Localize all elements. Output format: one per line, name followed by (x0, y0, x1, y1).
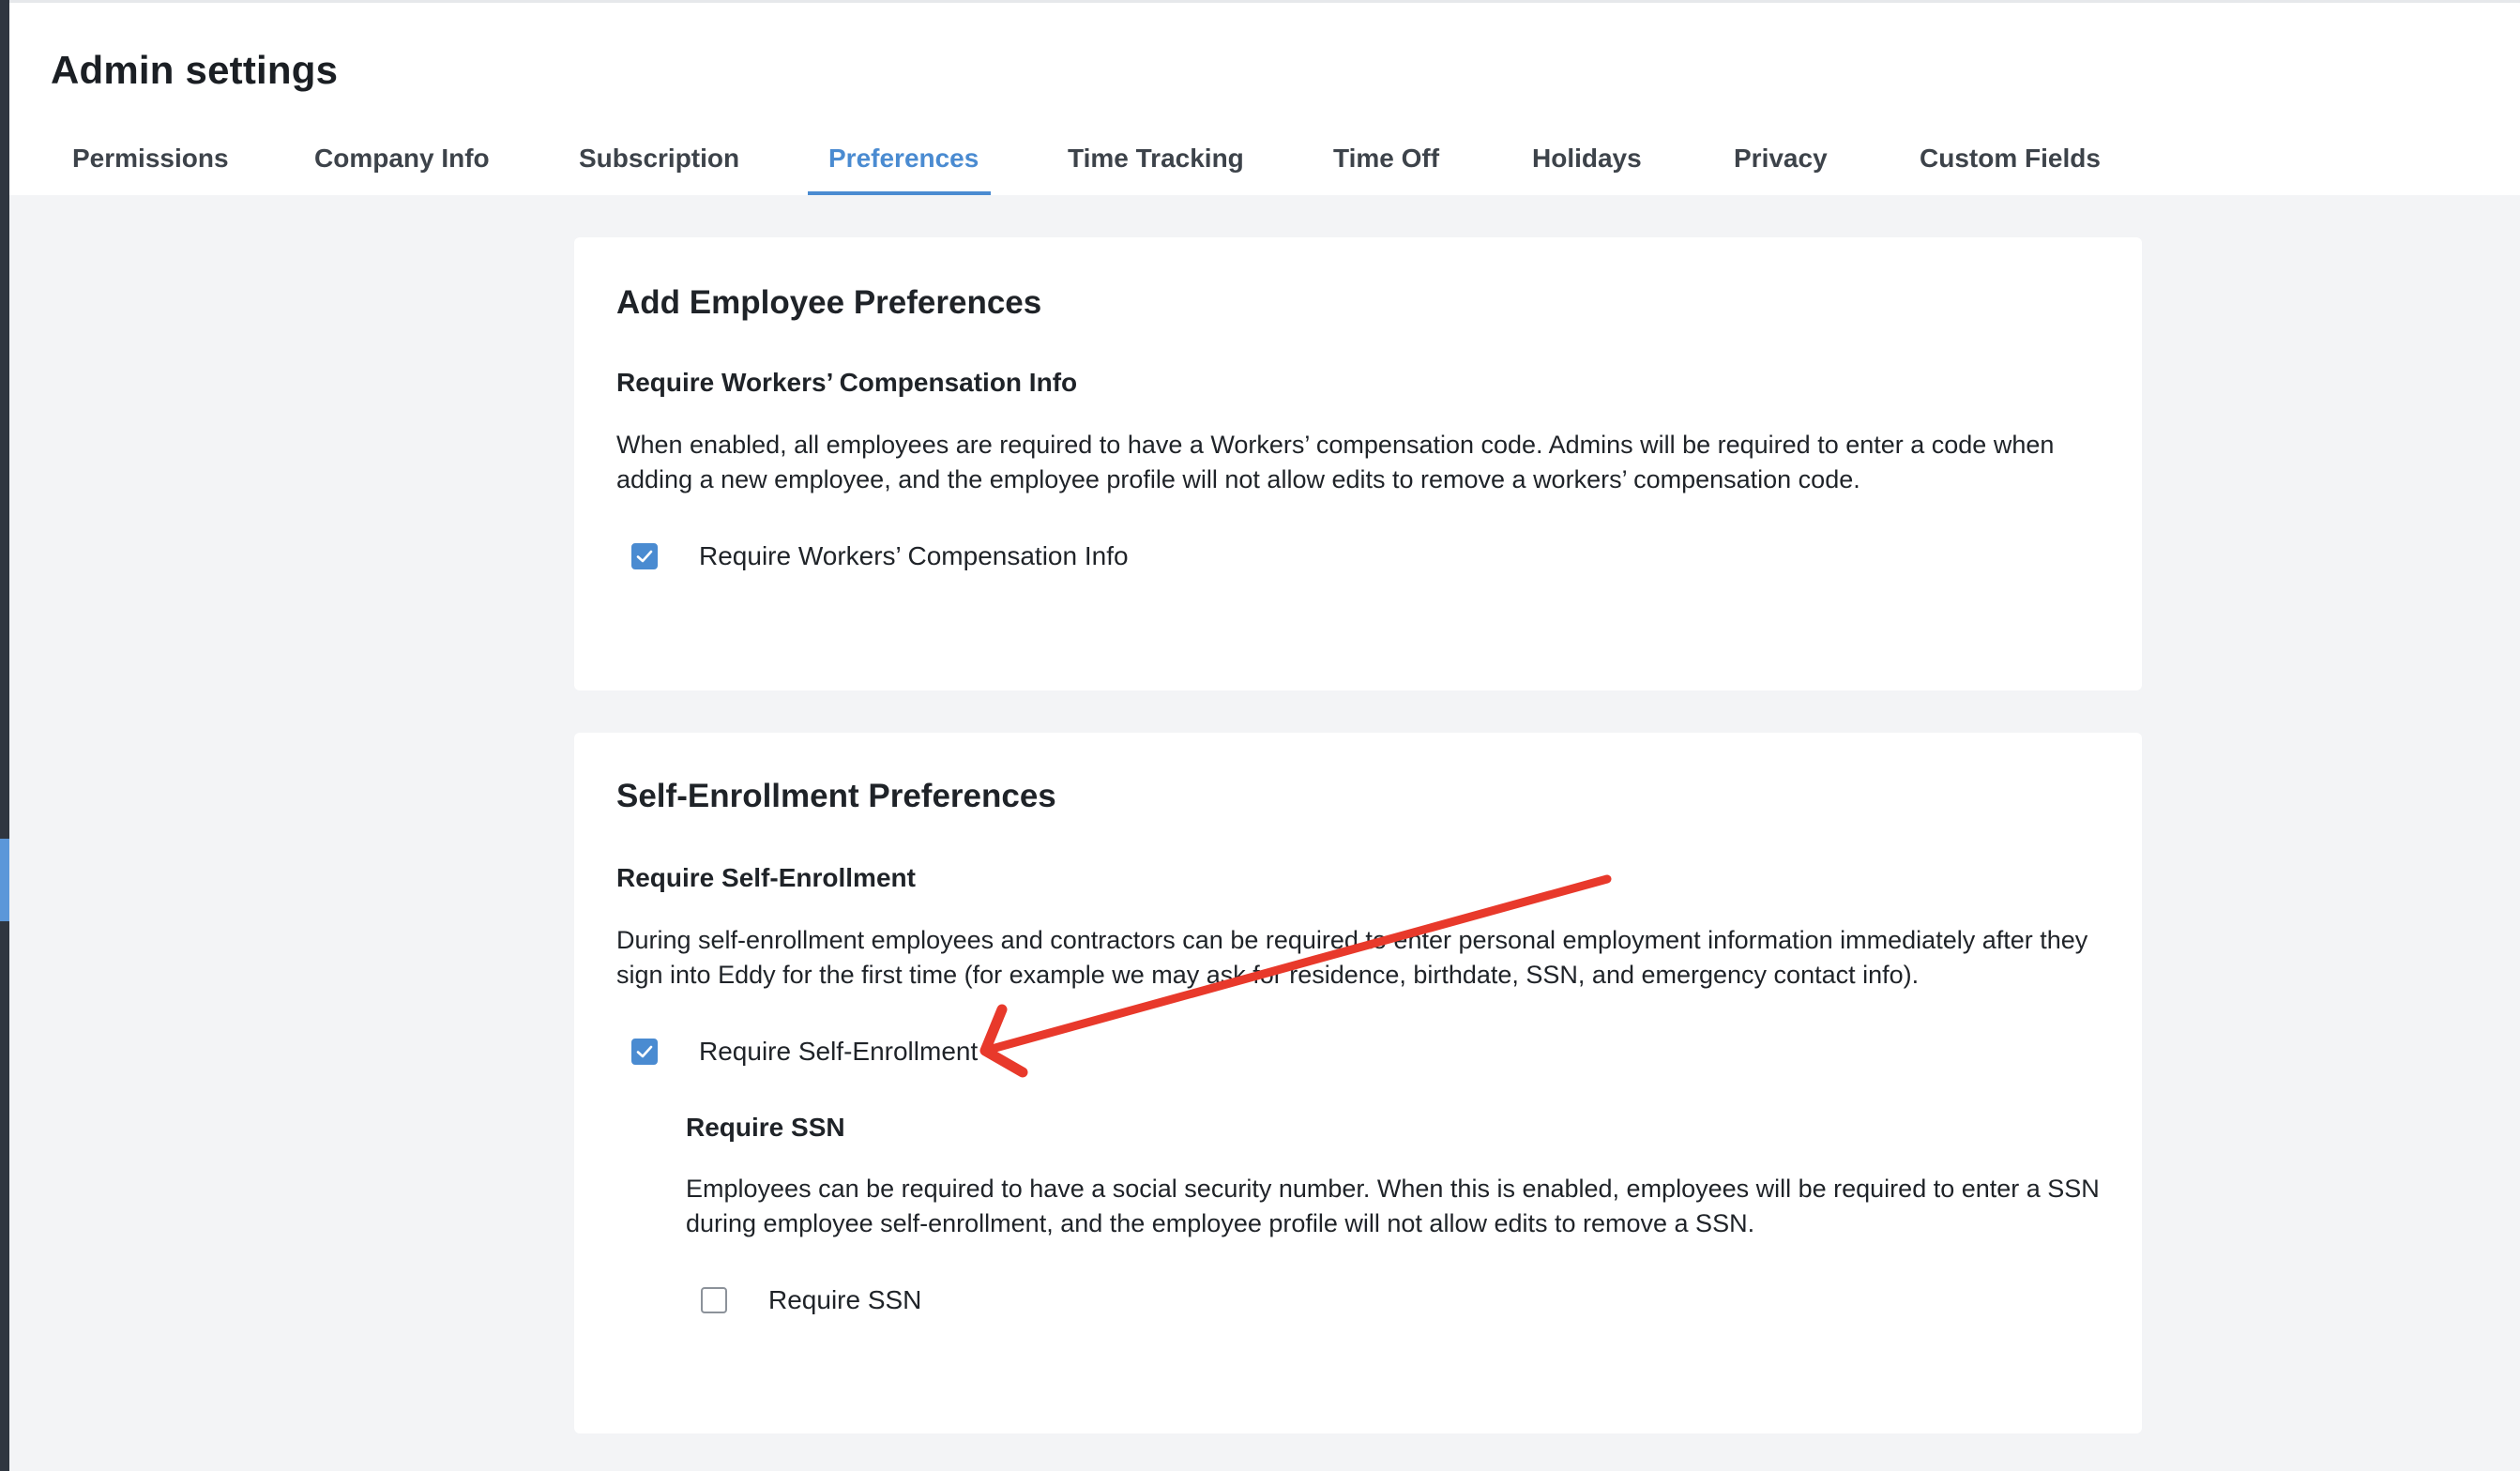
require-ssn-checkbox-label[interactable]: Require SSN (768, 1285, 921, 1315)
require-ssn-checkbox-row[interactable]: Require SSN (701, 1281, 921, 1319)
page-header: Admin settings Permissions Company Info … (9, 0, 2520, 195)
tab-company-info[interactable]: Company Info (314, 144, 490, 174)
active-tab-underline (808, 191, 991, 195)
self-enrollment-checkbox[interactable] (631, 1039, 658, 1065)
settings-tabs: Permissions Company Info Subscription Pr… (9, 3, 2520, 195)
tab-permissions[interactable]: Permissions (72, 144, 229, 174)
self-enrollment-preferences-card: Self-Enrollment Preferences Require Self… (574, 733, 2142, 1433)
card-title: Self-Enrollment Preferences (616, 778, 1056, 814)
checkmark-icon (636, 1045, 653, 1058)
require-ssn-checkbox[interactable] (701, 1287, 727, 1313)
left-sidebar-rail (0, 0, 9, 1471)
checkmark-icon (636, 550, 653, 563)
tab-time-tracking[interactable]: Time Tracking (1068, 144, 1244, 174)
workers-comp-checkbox[interactable] (631, 543, 658, 569)
self-enrollment-checkbox-label[interactable]: Require Self-Enrollment (699, 1037, 978, 1067)
require-ssn-heading: Require SSN (686, 1113, 845, 1142)
tab-holidays[interactable]: Holidays (1532, 144, 1642, 174)
workers-comp-checkbox-row[interactable]: Require Workers’ Compensation Info (631, 538, 1129, 575)
workers-comp-checkbox-label[interactable]: Require Workers’ Compensation Info (699, 541, 1129, 571)
card-title: Add Employee Preferences (616, 284, 1042, 321)
left-sidebar-active-indicator (0, 839, 9, 921)
self-enrollment-description: During self-enrollment employees and con… (616, 926, 2088, 989)
add-employee-preferences-card: Add Employee Preferences Require Workers… (574, 237, 2142, 690)
self-enrollment-checkbox-row[interactable]: Require Self-Enrollment (631, 1033, 978, 1070)
tab-preferences[interactable]: Preferences (828, 144, 979, 174)
tab-custom-fields[interactable]: Custom Fields (1920, 144, 2101, 174)
require-ssn-description: Employees can be required to have a soci… (686, 1175, 2100, 1237)
workers-comp-description: When enabled, all employees are required… (616, 431, 2055, 493)
self-enrollment-heading: Require Self-Enrollment (616, 863, 916, 892)
workers-comp-heading: Require Workers’ Compensation Info (616, 368, 1078, 397)
tab-time-off[interactable]: Time Off (1333, 144, 1439, 174)
tab-privacy[interactable]: Privacy (1734, 144, 1828, 174)
tab-subscription[interactable]: Subscription (579, 144, 739, 174)
